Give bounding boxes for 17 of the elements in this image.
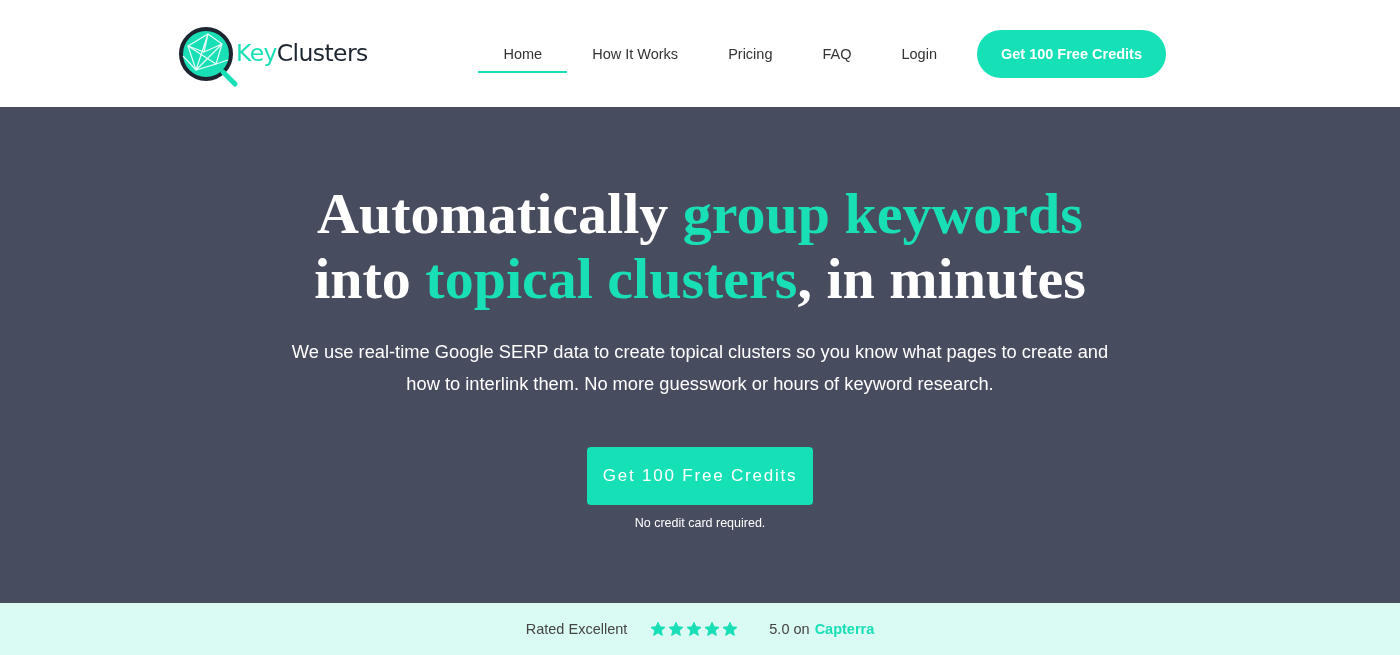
star-icon [668,621,685,637]
nav-link[interactable]: How It Works [567,36,704,73]
nav-link[interactable]: Home [478,36,568,73]
rating-label: Rated Excellent [525,621,628,637]
star-icon [650,621,667,637]
logo-wordmark[interactable]: KeyClusters [236,38,368,67]
nav-link[interactable]: Pricing [703,36,798,73]
star-icon [704,621,721,637]
hero-subtitle: We use real-time Google SERP data to create topical clusters so you know what pages to create and how to interlink them. No more guesswork or hours of keyword research. [290,340,1110,396]
magnifier-logo-icon[interactable] [178,25,240,88]
nav-link[interactable]: FAQ [797,36,877,73]
rating-score: 5.0 on [769,621,810,637]
star-icon [686,621,703,637]
no-card-note: No credit card required. [634,516,766,530]
hero-headline: Automatically group keywords into topical clusters, in minutes [314,181,1086,311]
nav-link[interactable]: Login [876,36,962,73]
star-icon [722,621,739,637]
